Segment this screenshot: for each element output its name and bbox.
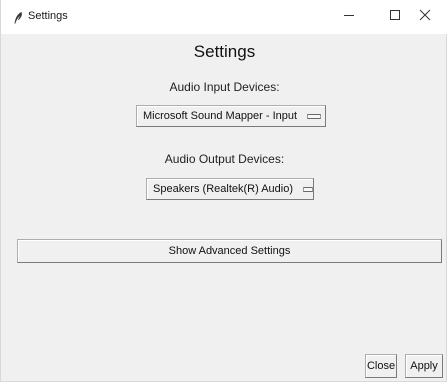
minimize-button[interactable] [326, 0, 372, 34]
close-button[interactable]: Close [365, 354, 397, 378]
settings-window: Settings Settings Audio Input Devices: M… [0, 0, 447, 382]
input-device-select[interactable]: Microsoft Sound Mapper - Input [136, 105, 326, 127]
output-device-value: Speakers (Realtek(R) Audio) [153, 183, 294, 195]
maximize-icon [389, 8, 401, 26]
feather-icon [11, 11, 25, 25]
show-advanced-settings-button[interactable]: Show Advanced Settings [17, 239, 442, 263]
window-title: Settings [28, 10, 68, 22]
option-menu-indicator-icon [303, 186, 313, 192]
close-icon [419, 8, 431, 26]
input-device-value: Microsoft Sound Mapper - Input [143, 110, 298, 122]
close-window-button[interactable] [402, 0, 447, 34]
output-device-select[interactable]: Speakers (Realtek(R) Audio) [146, 178, 314, 200]
apply-button[interactable]: Apply [405, 354, 443, 378]
title-bar[interactable]: Settings [1, 0, 447, 34]
output-devices-label: Audio Output Devices: [164, 152, 285, 166]
minimize-icon [343, 8, 355, 26]
page-title: Settings [193, 42, 256, 61]
input-devices-label: Audio Input Devices: [169, 80, 280, 94]
option-menu-indicator-icon [307, 113, 322, 119]
